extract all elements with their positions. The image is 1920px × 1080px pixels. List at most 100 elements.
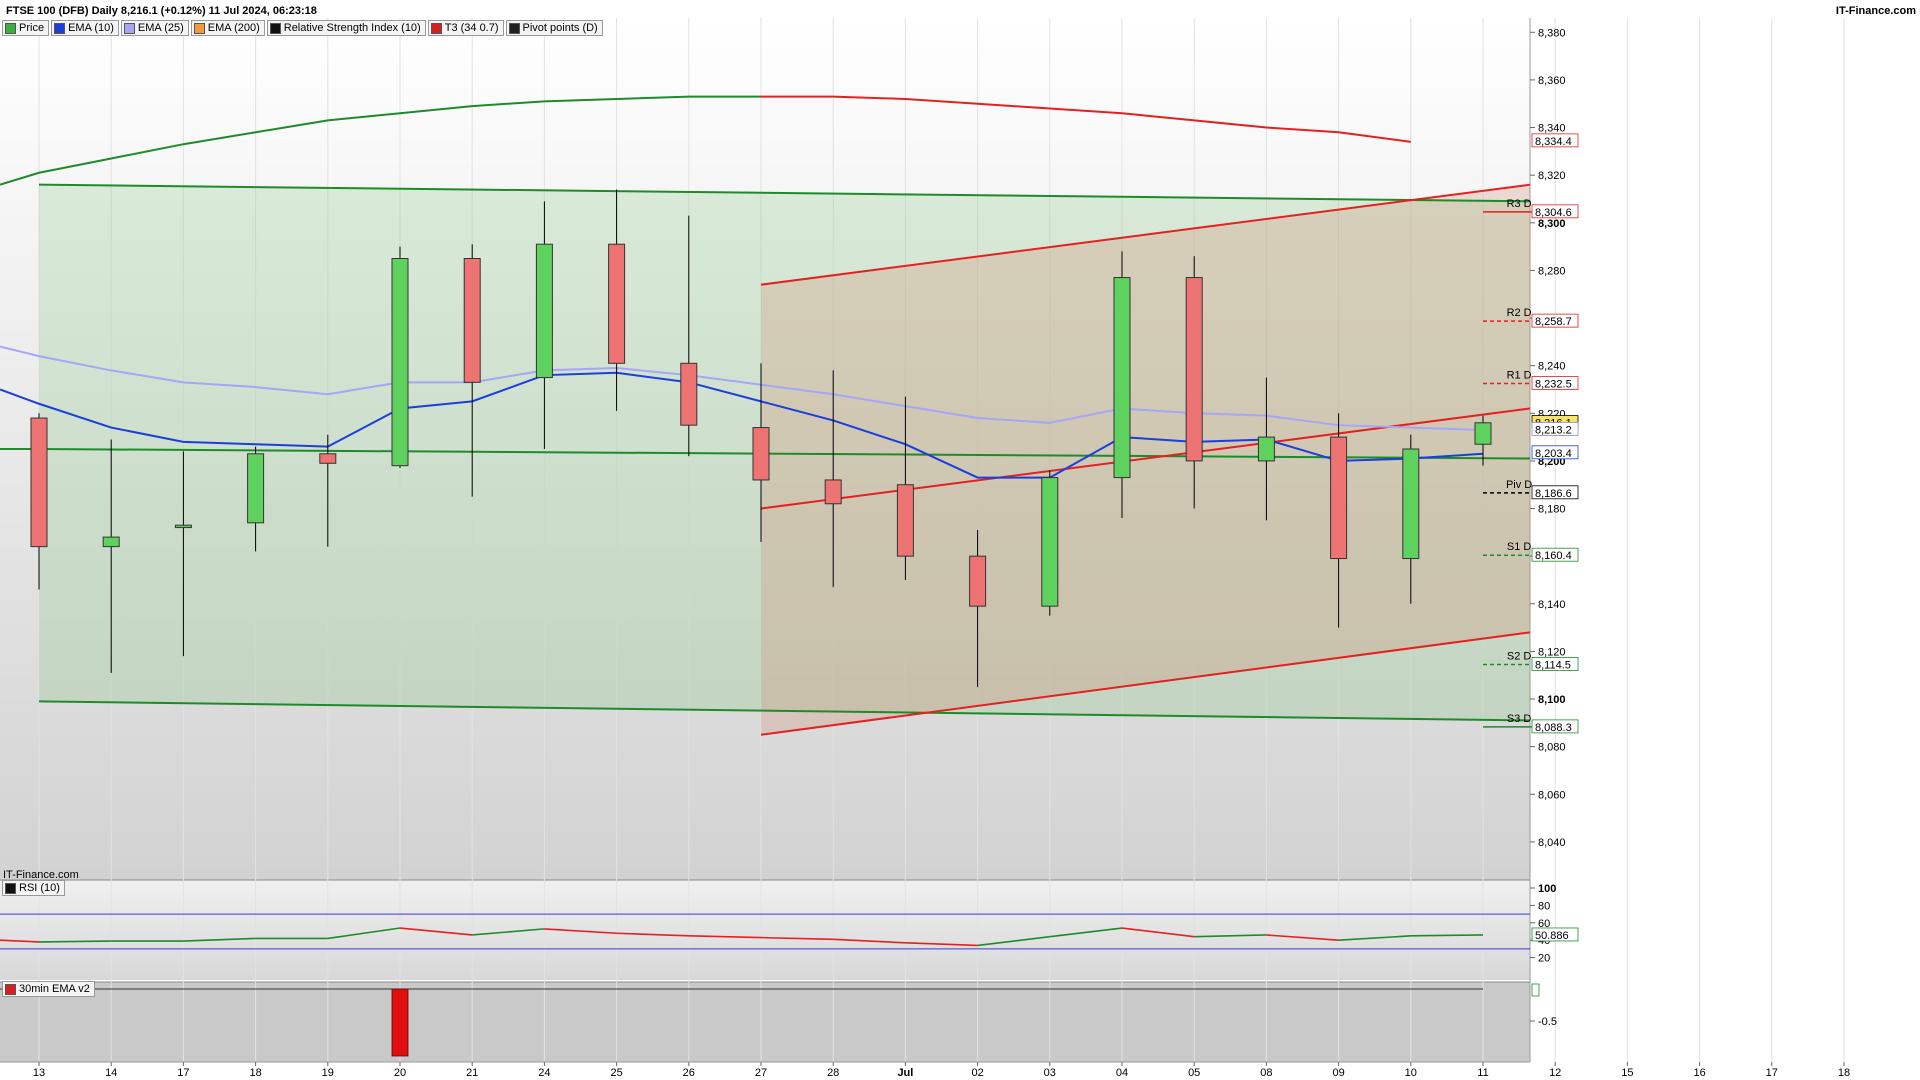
legend-swatch-icon [269, 22, 281, 34]
y-tick-label: 8,140 [1538, 599, 1566, 611]
candle [1113, 251, 1131, 519]
pivot-label: S2 D [1507, 651, 1532, 663]
candle-body-up [1257, 436, 1275, 462]
legend-item-1[interactable]: EMA (10) [51, 20, 119, 36]
ema30-legend[interactable]: 30min EMA v2 [2, 981, 95, 997]
x-tick-label: 03 [1044, 1067, 1056, 1079]
candle-body-down [608, 243, 626, 364]
legend-label: Relative Strength Index (10) [283, 22, 421, 34]
candle-body-down [752, 427, 770, 481]
price-tag-label: 8,160.4 [1535, 550, 1572, 562]
candle-body-down [30, 417, 48, 548]
x-tick-label: 17 [1766, 1067, 1778, 1079]
legend-item-3[interactable]: EMA (200) [190, 20, 265, 36]
y-tick-label: 8,380 [1538, 27, 1566, 39]
candle-body-down [969, 555, 987, 607]
ema30-tick-label: -0.5 [1538, 1016, 1557, 1028]
x-tick-label: 08 [1260, 1067, 1272, 1079]
x-tick-label: 12 [1549, 1067, 1561, 1079]
x-tick-label: 18 [1838, 1067, 1850, 1079]
legend-item-5[interactable]: T3 (34 0.7) [427, 20, 504, 36]
price-chart[interactable]: R3 D R2 D R1 D Piv D S1 D S2 D S3 D 8,380 8,360… [0, 0, 1920, 1080]
ema30-value-tag [1531, 983, 1540, 997]
candle-body-up [535, 243, 553, 379]
y-tick-label: 8,360 [1538, 75, 1566, 87]
rsi-plot-bg [0, 880, 1530, 980]
legend-item-4[interactable]: Relative Strength Index (10) [266, 20, 426, 36]
legend-swatch-icon [193, 22, 205, 34]
x-tick-label: 10 [1405, 1067, 1417, 1079]
x-tick-label: 20 [394, 1067, 406, 1079]
pivot-label: R1 D [1507, 370, 1532, 382]
y-tick-label: 8,180 [1538, 504, 1566, 516]
x-tick-label: 04 [1116, 1067, 1128, 1079]
candle [1041, 470, 1059, 616]
legend-item-6[interactable]: Pivot points (D) [505, 20, 603, 36]
x-tick-label: 26 [683, 1067, 695, 1079]
candle-body-up [174, 524, 192, 529]
x-tick-label: 13 [33, 1067, 45, 1079]
candle-body-up [391, 258, 409, 467]
rsi-value-label: 50.886 [1535, 930, 1569, 942]
y-tick-label: 8,080 [1538, 742, 1566, 754]
x-tick-label: 15 [1621, 1067, 1633, 1079]
candle-body-up [1474, 422, 1492, 445]
x-tick-label: 21 [466, 1067, 478, 1079]
rsi-legend-label: RSI (10) [19, 882, 60, 894]
y-tick-label: 8,320 [1538, 170, 1566, 182]
candle-body-down [680, 362, 698, 426]
legend-label: EMA (200) [207, 22, 260, 34]
pivot-label: Piv D [1506, 479, 1532, 491]
x-tick-label: 24 [538, 1067, 550, 1079]
pivot-label: R2 D [1507, 307, 1532, 319]
legend-label: EMA (10) [68, 22, 114, 34]
ema30-swatch-icon [5, 983, 16, 995]
y-tick-label: 8,280 [1538, 265, 1566, 277]
x-tick-label: 16 [1693, 1067, 1705, 1079]
ema30-plot-bg [0, 982, 1530, 1062]
rsi-legend[interactable]: RSI (10) [2, 880, 65, 896]
pivot-label: S1 D [1507, 541, 1532, 553]
pivot-label: R3 D [1507, 198, 1532, 210]
x-tick-label: 02 [971, 1067, 983, 1079]
candle-body-down [824, 479, 842, 505]
rsi-swatch-icon [5, 882, 16, 894]
y-tick-label: 8,100 [1538, 694, 1566, 706]
candle-body-down [1185, 277, 1203, 462]
candle-body-up [1041, 477, 1059, 607]
price-tag-label: 8,203.4 [1535, 448, 1572, 460]
pivot-label: S3 D [1507, 713, 1532, 725]
x-tick-label: 25 [610, 1067, 622, 1079]
y-tick-label: 8,040 [1538, 837, 1566, 849]
candle-body-down [1330, 436, 1348, 560]
candle-body-up [247, 453, 265, 524]
y-tick-label: 8,240 [1538, 361, 1566, 373]
legend-swatch-icon [5, 22, 16, 34]
candle-body-down [463, 258, 481, 383]
legend-label: Pivot points (D) [522, 22, 598, 34]
legend-label: T3 (34 0.7) [444, 22, 499, 34]
legend-item-2[interactable]: EMA (25) [120, 20, 189, 36]
price-tag-label: 8,088.3 [1535, 722, 1572, 734]
candle-body-down [319, 453, 337, 464]
x-tick-label: 27 [755, 1067, 767, 1079]
rsi-line-segment [1410, 934, 1484, 937]
candle-body-up [102, 536, 120, 548]
legend-item-0[interactable]: Price [2, 20, 50, 36]
price-tag-label: 8,213.2 [1535, 424, 1572, 436]
chart-window: R3 D R2 D R1 D Piv D S1 D S2 D S3 D 8,380 8,360… [0, 0, 1920, 1080]
rsi-tick-label: 80 [1538, 900, 1550, 912]
legend-label: Price [19, 22, 45, 34]
price-tag-label: 8,232.5 [1535, 379, 1572, 391]
candle-body-up [1402, 448, 1420, 560]
x-tick-label: 18 [249, 1067, 261, 1079]
ema30-bar [391, 988, 409, 1057]
x-tick-label: 11 [1477, 1067, 1488, 1079]
legend-swatch-icon [508, 22, 520, 34]
indicator-legend: Price EMA (10) EMA (25) EMA (200) Relative S… [2, 20, 603, 36]
legend-label: EMA (25) [137, 22, 184, 34]
chart-title: FTSE 100 (DFB) Daily 8,216.1 (+0.12%) 11… [6, 5, 317, 17]
x-tick-label: 17 [177, 1067, 189, 1079]
legend-swatch-icon [54, 22, 66, 34]
x-tick-label: 09 [1332, 1067, 1344, 1079]
